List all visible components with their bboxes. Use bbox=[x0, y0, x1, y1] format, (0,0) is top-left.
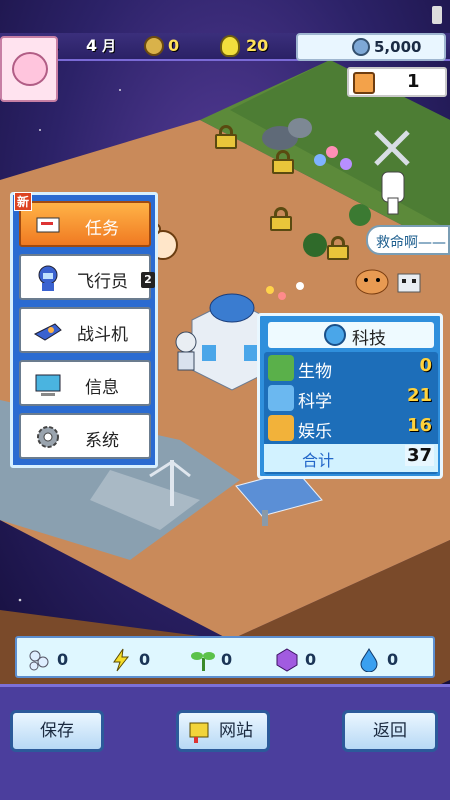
staff-count-display[interactable]: 1 bbox=[347, 67, 447, 97]
website-button[interactable]: 网站 bbox=[176, 710, 270, 752]
resource-energy: 0 bbox=[109, 648, 159, 672]
tech-value: 0 bbox=[419, 355, 432, 376]
tech-panel: 科技 生物 0 科学 21 娱乐 16 合计 37 bbox=[257, 313, 443, 479]
resource-gem: 0 bbox=[275, 648, 325, 672]
website-button-label: 网站 bbox=[219, 721, 253, 741]
tech-list: 生物 0 科学 21 娱乐 16 合计 37 bbox=[264, 352, 438, 474]
water-drop-icon bbox=[360, 648, 378, 672]
tech-total-label: 合计 bbox=[302, 451, 335, 470]
resource-crystal: 0 bbox=[27, 648, 77, 672]
menu-label: 系统 bbox=[85, 431, 119, 451]
menu-item-fighter[interactable]: 战斗机 bbox=[19, 307, 151, 353]
info-monitor-icon bbox=[35, 374, 61, 396]
menu-label: 信息 bbox=[85, 378, 119, 398]
lock-icon[interactable] bbox=[272, 150, 294, 174]
advisor-avatar[interactable] bbox=[0, 36, 58, 102]
tech-row-biology: 生物 0 bbox=[264, 354, 438, 382]
menu-item-mission[interactable]: 任务 bbox=[19, 201, 151, 247]
speech-bubble: 救命啊—— bbox=[366, 225, 450, 255]
research-bulb-icon bbox=[220, 35, 240, 57]
mission-icon bbox=[36, 217, 60, 233]
tech-label: 科学 bbox=[298, 392, 332, 412]
robot-creature[interactable] bbox=[397, 273, 421, 293]
sprout-icon bbox=[191, 652, 215, 671]
resource-bar: 0 0 0 0 0 bbox=[15, 636, 435, 678]
pilot-count-badge: 2 bbox=[141, 272, 155, 288]
staff-count: 1 bbox=[407, 71, 420, 92]
money-value: 5,000 bbox=[374, 38, 422, 56]
globe-icon bbox=[324, 324, 346, 346]
menu-item-info[interactable]: 信息 bbox=[19, 360, 151, 406]
staff-portrait-icon bbox=[353, 72, 375, 94]
back-button[interactable]: 返回 bbox=[342, 710, 438, 752]
tech-value: 16 bbox=[406, 415, 432, 436]
resource-value: 0 bbox=[57, 650, 69, 669]
lock-icon[interactable] bbox=[327, 236, 349, 260]
lock-icon[interactable] bbox=[270, 207, 292, 231]
menu-item-pilot[interactable]: 飞行员 2 bbox=[19, 254, 155, 300]
flask-icon bbox=[268, 385, 294, 411]
resource-water: 0 bbox=[357, 648, 407, 672]
battery-icon bbox=[432, 6, 442, 24]
save-button[interactable]: 保存 bbox=[10, 710, 104, 752]
resource-plant: 0 bbox=[191, 648, 241, 672]
tech-panel-title: 科技 bbox=[352, 329, 386, 349]
money-display: 5,000 bbox=[296, 33, 446, 61]
main-menu: 任务 飞行员 2 战斗机 信息 系统 bbox=[10, 192, 158, 468]
lock-icon[interactable] bbox=[215, 125, 237, 149]
month-label: 月 bbox=[102, 39, 116, 55]
medal-count: 0 bbox=[168, 36, 180, 55]
crystal-cluster-icon bbox=[29, 650, 49, 671]
research-points: 20 bbox=[246, 36, 269, 55]
menu-label: 飞行员 bbox=[77, 272, 128, 292]
resource-value: 0 bbox=[221, 650, 233, 669]
lightning-icon bbox=[113, 648, 130, 672]
menu-label: 任务 bbox=[85, 219, 119, 239]
pilot-icon bbox=[38, 265, 58, 291]
resource-value: 0 bbox=[305, 650, 317, 669]
resource-value: 0 bbox=[387, 650, 399, 669]
tech-row-entertainment: 娱乐 16 bbox=[264, 414, 438, 442]
resource-value: 0 bbox=[139, 650, 151, 669]
fighter-icon bbox=[33, 323, 62, 341]
purple-gem-icon bbox=[276, 648, 298, 672]
money-icon bbox=[352, 38, 370, 56]
squirrel-creature[interactable] bbox=[355, 269, 389, 295]
entertainment-icon bbox=[268, 415, 294, 441]
tree-icon bbox=[268, 355, 294, 381]
tech-row-science: 科学 21 bbox=[264, 384, 438, 412]
month-value: 4 bbox=[86, 36, 98, 55]
menu-label: 战斗机 bbox=[77, 325, 128, 345]
gear-icon bbox=[37, 426, 59, 448]
tech-label: 生物 bbox=[298, 362, 332, 382]
menu-item-system[interactable]: 系统 bbox=[19, 413, 151, 459]
tech-total-row: 合计 37 bbox=[264, 444, 438, 472]
tech-total-value: 37 bbox=[404, 445, 434, 466]
new-badge: 新 bbox=[14, 192, 33, 211]
medal-icon bbox=[144, 36, 164, 56]
advisor-face-icon bbox=[12, 52, 48, 86]
website-mascot-icon bbox=[189, 722, 209, 743]
tech-panel-header: 科技 bbox=[268, 322, 434, 349]
tech-label: 娱乐 bbox=[298, 422, 332, 442]
tech-value: 21 bbox=[406, 385, 432, 406]
